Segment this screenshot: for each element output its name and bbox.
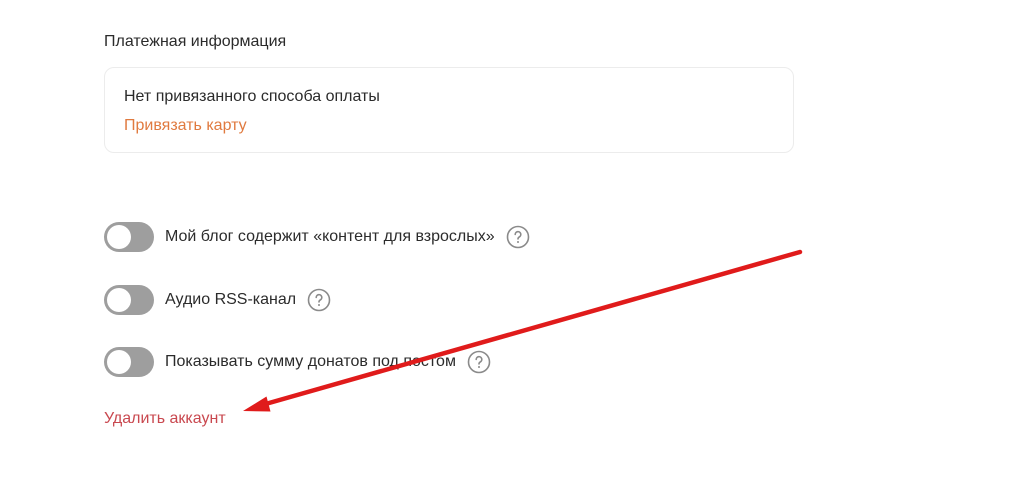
donations-sum-toggle[interactable] xyxy=(104,347,154,377)
toggle-knob xyxy=(107,350,131,374)
toggle-knob xyxy=(107,225,131,249)
audio-rss-toggle[interactable] xyxy=(104,285,154,315)
delete-account-link[interactable]: Удалить аккаунт xyxy=(104,410,226,428)
toggle-row-adult-content: Мой блог содержит «контент для взрослых» xyxy=(104,222,530,252)
adult-content-toggle[interactable] xyxy=(104,222,154,252)
adult-content-label: Мой блог содержит «контент для взрослых» xyxy=(165,228,495,245)
payment-section-title: Платежная информация xyxy=(104,33,287,50)
toggle-row-audio-rss: Аудио RSS-канал xyxy=(104,285,331,315)
donations-sum-label: Показывать сумму донатов под постом xyxy=(165,353,456,370)
question-circle-icon[interactable] xyxy=(467,350,491,374)
question-circle-icon[interactable] xyxy=(307,288,331,312)
toggle-knob xyxy=(107,288,131,312)
audio-rss-label: Аудио RSS-канал xyxy=(165,291,297,308)
payment-status-text: Нет привязанного способа оплаты xyxy=(124,88,380,105)
toggle-row-donations-sum: Показывать сумму донатов под постом xyxy=(104,347,491,377)
payment-card: Нет привязанного способа оплаты Привязат… xyxy=(104,67,794,153)
question-circle-icon[interactable] xyxy=(506,225,530,249)
bind-card-link[interactable]: Привязать карту xyxy=(124,117,247,135)
